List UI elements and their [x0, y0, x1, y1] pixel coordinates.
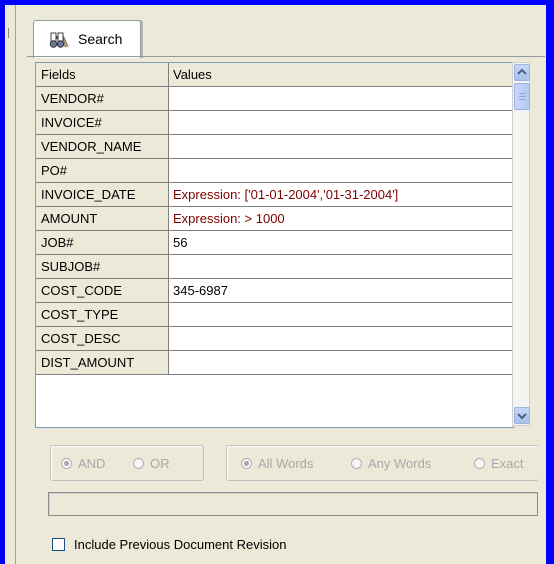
- table-row[interactable]: VENDOR#: [36, 87, 513, 111]
- word-option-group: All Words Any Words Exact: [226, 445, 539, 481]
- tab-underline: [27, 56, 545, 57]
- field-name-cell: AMOUNT: [36, 207, 169, 231]
- radio-all-words[interactable]: All Words: [241, 455, 313, 471]
- radio-any-words-label: Any Words: [368, 455, 432, 471]
- fields-table: Fields Values VENDOR# INVOICE# VENDOR_NAME…: [35, 62, 514, 428]
- field-value-cell[interactable]: [169, 111, 513, 135]
- field-value-cell[interactable]: [169, 327, 513, 351]
- logic-option-group: AND OR: [50, 445, 204, 481]
- radio-and-label: AND: [78, 455, 106, 471]
- scroll-up-button[interactable]: [514, 64, 530, 81]
- table-row[interactable]: PO#: [36, 159, 513, 183]
- table-row[interactable]: JOB# 56: [36, 231, 513, 255]
- table-header-row: Fields Values: [36, 63, 513, 87]
- radio-or[interactable]: OR: [133, 455, 170, 471]
- include-revision-checkbox[interactable]: [52, 538, 65, 551]
- table-row[interactable]: VENDOR_NAME: [36, 135, 513, 159]
- radio-dot-any-words: [351, 457, 362, 469]
- tab-search-label: Search: [78, 31, 123, 47]
- field-name-cell: INVOICE_DATE: [36, 183, 169, 207]
- field-value-cell[interactable]: [169, 87, 513, 111]
- panel-divider: [15, 5, 16, 564]
- header-fields[interactable]: Fields: [36, 63, 169, 87]
- field-value-cell[interactable]: 345-6987: [169, 279, 513, 303]
- field-value-cell[interactable]: Expression: > 1000: [169, 207, 513, 231]
- chevron-down-icon: [517, 413, 527, 420]
- radio-dot-exact: [474, 457, 485, 469]
- table-row[interactable]: INVOICE_DATE Expression: ['01-01-2004','0…: [36, 183, 513, 207]
- field-name-cell: INVOICE#: [36, 111, 169, 135]
- field-value-cell[interactable]: [169, 255, 513, 279]
- field-value-cell[interactable]: [169, 135, 513, 159]
- table-row[interactable]: INVOICE#: [36, 111, 513, 135]
- include-revision-option[interactable]: Include Previous Document Revision: [52, 537, 286, 552]
- radio-and[interactable]: AND: [61, 455, 105, 471]
- field-name-cell: SUBJOB#: [36, 255, 169, 279]
- radio-or-label: OR: [150, 455, 170, 471]
- field-value-cell[interactable]: Expression: ['01-01-2004','01-31-2004']: [169, 183, 513, 207]
- field-name-cell: PO#: [36, 159, 169, 183]
- field-value-cell[interactable]: [169, 159, 513, 183]
- radio-all-words-label: All Words: [258, 455, 314, 471]
- table-row[interactable]: COST_CODE 345-6987: [36, 279, 513, 303]
- field-value-cell[interactable]: [169, 303, 513, 327]
- scroll-thumb[interactable]: [514, 83, 530, 110]
- header-values[interactable]: Values: [169, 63, 513, 87]
- window-frame-right: [546, 0, 554, 564]
- radio-exact[interactable]: Exact: [474, 455, 524, 471]
- field-value-cell[interactable]: [169, 351, 513, 375]
- radio-exact-label: Exact: [491, 455, 524, 471]
- table-row[interactable]: AMOUNT Expression: > 1000: [36, 207, 513, 231]
- field-name-cell: VENDOR_NAME: [36, 135, 169, 159]
- radio-any-words[interactable]: Any Words: [351, 455, 431, 471]
- field-name-cell: COST_DESC: [36, 327, 169, 351]
- field-name-cell: COST_TYPE: [36, 303, 169, 327]
- table-row[interactable]: COST_TYPE: [36, 303, 513, 327]
- table-row[interactable]: COST_DESC: [36, 327, 513, 351]
- include-revision-label: Include Previous Document Revision: [74, 537, 287, 552]
- tab-search[interactable]: Search: [33, 20, 141, 58]
- table-row[interactable]: DIST_AMOUNT: [36, 351, 513, 375]
- field-name-cell: VENDOR#: [36, 87, 169, 111]
- field-name-cell: DIST_AMOUNT: [36, 351, 169, 375]
- field-name-cell: JOB#: [36, 231, 169, 255]
- search-text-field[interactable]: [48, 492, 538, 516]
- table-scrollbar[interactable]: [512, 62, 530, 426]
- chevron-up-icon: [517, 68, 527, 75]
- radio-dot-or: [133, 457, 144, 469]
- scroll-down-button[interactable]: [514, 407, 530, 424]
- radio-dot-and: [61, 457, 72, 469]
- binoculars-icon: [49, 31, 69, 49]
- tab-strip: Search: [27, 14, 545, 62]
- field-name-cell: COST_CODE: [36, 279, 169, 303]
- table-row[interactable]: SUBJOB#: [36, 255, 513, 279]
- field-value-cell[interactable]: 56: [169, 231, 513, 255]
- radio-dot-all-words: [241, 457, 252, 469]
